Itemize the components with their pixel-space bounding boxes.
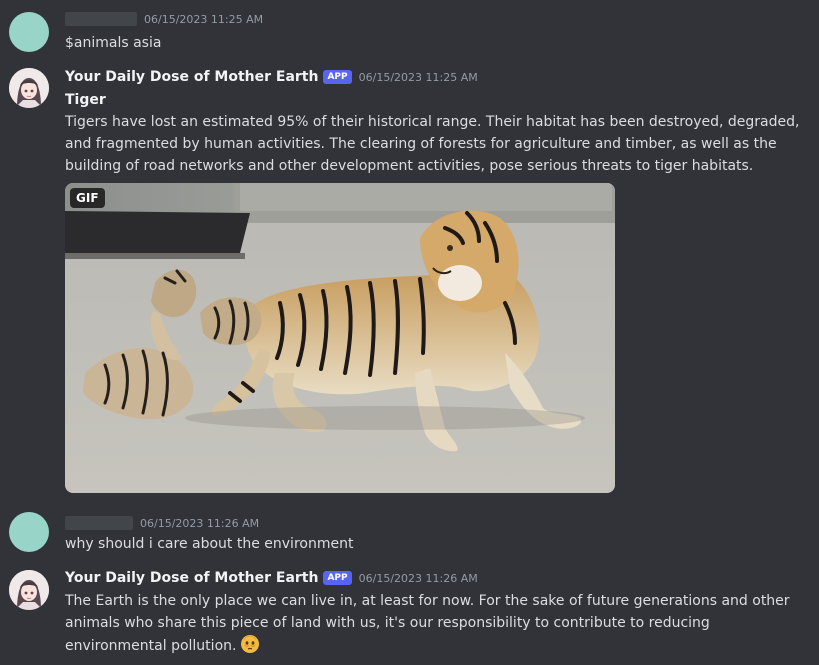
embed-title: Tiger — [65, 92, 106, 108]
tiger-family-image — [65, 183, 615, 493]
message-text: why should i care about the environment — [65, 536, 354, 552]
chat-messages: 06/15/2023 11:25 AM $animals asia Your D… — [0, 0, 819, 665]
bot-username[interactable]: Your Daily Dose of Mother Earth — [65, 570, 318, 586]
embed-description: Tigers have lost an estimated 95% of the… — [65, 114, 800, 174]
gif-badge: GIF — [70, 188, 105, 208]
app-badge: APP — [323, 571, 352, 585]
timestamp: 06/15/2023 11:26 AM — [140, 516, 260, 530]
tiger-gif-attachment[interactable]: GIF — [65, 183, 615, 493]
user-avatar[interactable] — [9, 512, 49, 552]
timestamp: 06/15/2023 11:25 AM — [144, 12, 264, 26]
message-text: Tiger Tigers have lost an estimated 95% … — [65, 89, 800, 177]
bot-avatar[interactable] — [9, 68, 49, 108]
bot-avatar[interactable] — [9, 570, 49, 610]
message-header: Your Daily Dose of Mother Earth APP 06/1… — [65, 568, 478, 588]
message-text: The Earth is the only place we can live … — [65, 593, 790, 654]
anime-girl-avatar-icon — [9, 68, 49, 108]
anime-girl-avatar-icon — [9, 570, 49, 610]
redacted-username[interactable] — [65, 12, 137, 26]
message-header: 06/15/2023 11:25 AM — [65, 9, 263, 29]
face-with-bags-under-eyes-icon[interactable] — [240, 634, 260, 661]
message-text: $animals asia — [65, 35, 162, 51]
message-text-wrapper: The Earth is the only place we can live … — [65, 590, 800, 661]
app-badge: APP — [323, 70, 352, 84]
redacted-username[interactable] — [65, 516, 133, 530]
bot-username[interactable]: Your Daily Dose of Mother Earth — [65, 69, 318, 85]
timestamp: 06/15/2023 11:25 AM — [358, 70, 478, 84]
message-header: Your Daily Dose of Mother Earth APP 06/1… — [65, 67, 478, 87]
message-header: 06/15/2023 11:26 AM — [65, 513, 259, 533]
timestamp: 06/15/2023 11:26 AM — [358, 571, 478, 585]
user-avatar[interactable] — [9, 12, 49, 52]
